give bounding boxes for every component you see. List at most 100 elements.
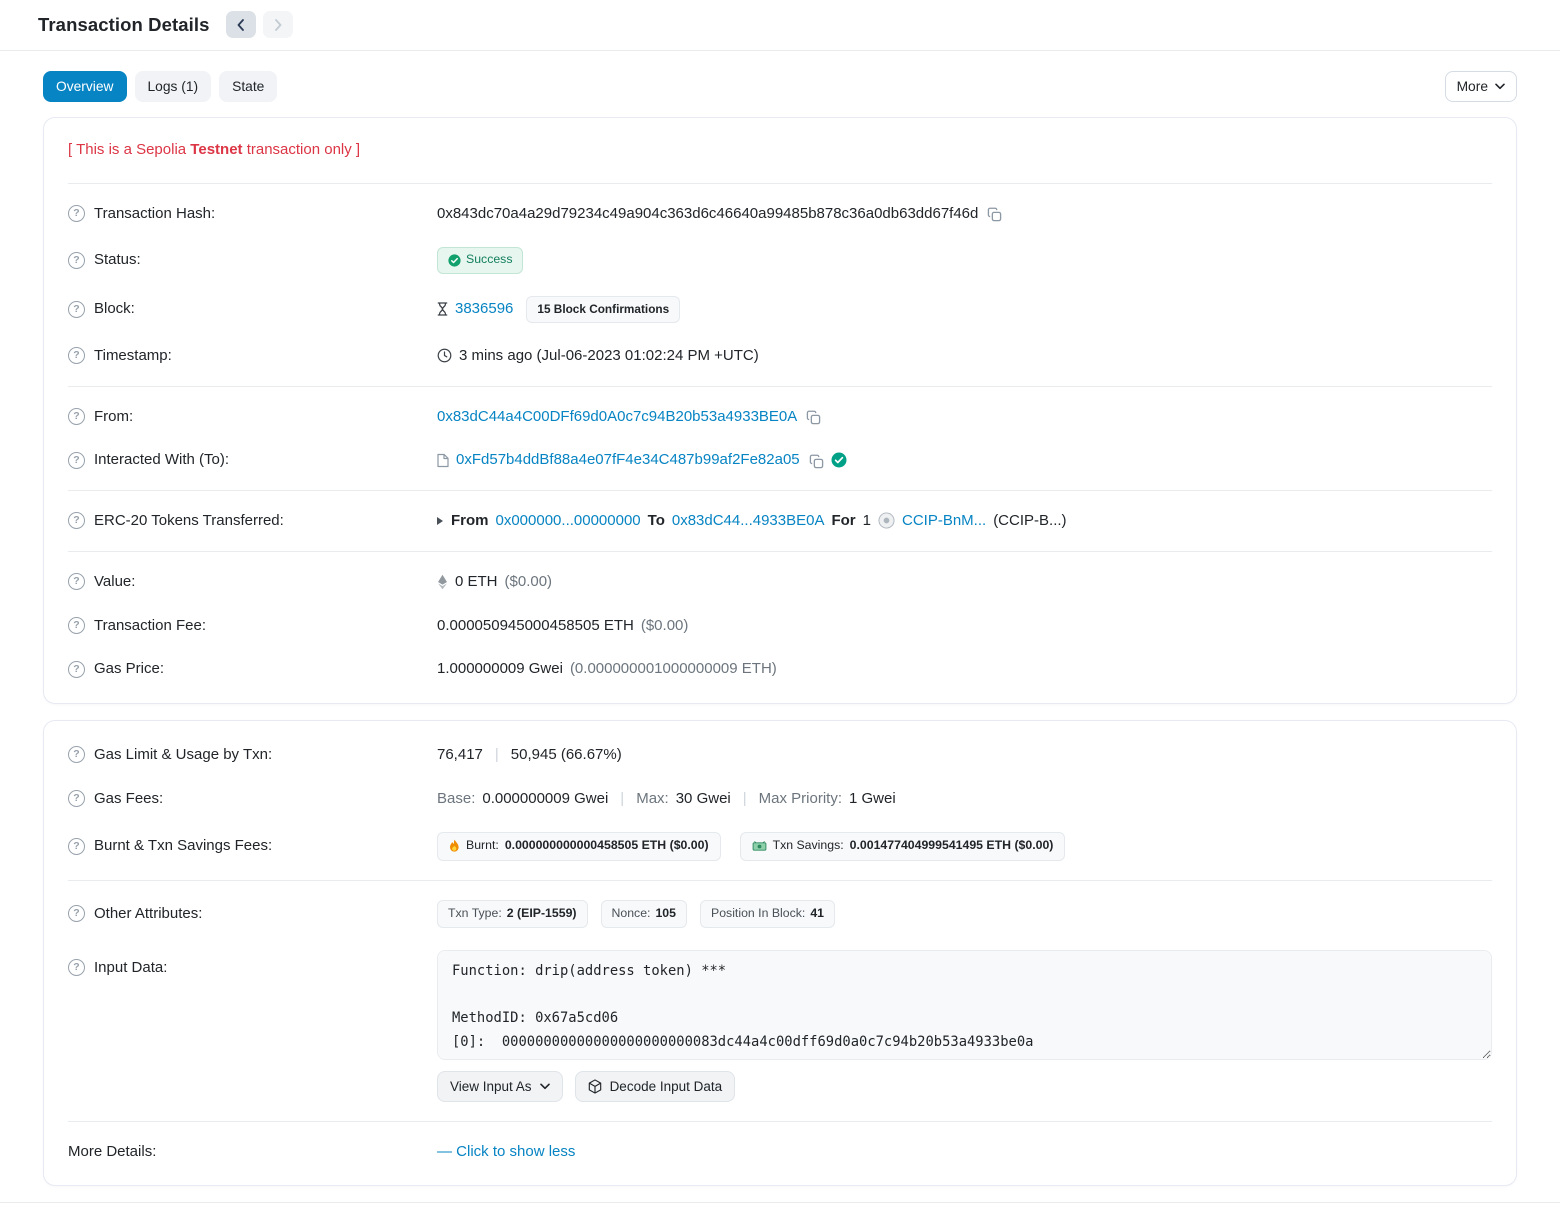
divider — [68, 183, 1492, 184]
page-header: Transaction Details — [0, 0, 1560, 51]
row-label: ? From: — [68, 406, 437, 428]
gas-fees-max-priority-label: Max Priority: — [759, 788, 842, 810]
help-icon[interactable]: ? — [68, 838, 85, 855]
row-more-details: More Details: — Click to show less — [68, 1130, 1492, 1174]
row-label: ? ERC-20 Tokens Transferred: — [68, 510, 437, 532]
row-label: ? Value: — [68, 571, 437, 593]
from-address-link[interactable]: 0x83dC44a4C00DFf69d0A0c7c94B20b53a4933BE… — [437, 406, 797, 428]
help-icon[interactable]: ? — [68, 905, 85, 922]
value-label: Value: — [94, 571, 135, 593]
row-label: ? Gas Price: — [68, 658, 437, 680]
row-label: ? Block: — [68, 298, 437, 320]
erc20-token-name-link[interactable]: CCIP-BnM... — [902, 510, 986, 532]
copy-icon[interactable] — [807, 452, 824, 469]
position-in-block-value: 41 — [810, 905, 824, 923]
input-data-textarea[interactable]: Function: drip(address token) *** Method… — [437, 950, 1492, 1060]
erc20-to-address-link[interactable]: 0x83dC44...4933BE0A — [672, 510, 825, 532]
timestamp-value: 3 mins ago (Jul-06-2023 01:02:24 PM +UTC… — [459, 345, 759, 367]
help-icon[interactable]: ? — [68, 512, 85, 529]
block-label: Block: — [94, 298, 135, 320]
separator: | — [738, 788, 752, 810]
row-input-data: ? Input Data: Function: drip(address tok… — [68, 939, 1492, 1113]
testnet-notice: [ This is a Sepolia Testnet transaction … — [68, 126, 1492, 175]
from-label: From: — [94, 406, 133, 428]
block-confirmations-badge: 15 Block Confirmations — [526, 296, 680, 323]
gas-price-eth: (0.000000001000000009 ETH) — [570, 658, 777, 680]
help-icon[interactable]: ? — [68, 205, 85, 222]
money-savings-icon — [752, 841, 767, 852]
txn-savings-badge: Txn Savings: 0.001477404999541495 ETH ($… — [740, 832, 1066, 861]
help-icon[interactable]: ? — [68, 347, 85, 364]
transaction-details-page: Transaction Details Overview Logs (1) St… — [0, 0, 1560, 1209]
help-icon[interactable]: ? — [68, 959, 85, 976]
chevron-down-icon — [1495, 83, 1505, 90]
gas-limit-value: 76,417 — [437, 744, 483, 766]
erc20-amount: 1 — [863, 510, 871, 532]
help-icon[interactable]: ? — [68, 252, 85, 269]
help-icon[interactable]: ? — [68, 301, 85, 318]
tab-overview[interactable]: Overview — [43, 71, 127, 102]
row-gas-fees: ? Gas Fees: Base: 0.000000009 Gwei | Max… — [68, 777, 1492, 821]
transaction-fee-amount: 0.000050945000458505 ETH — [437, 615, 634, 637]
txn-type-value: 2 (EIP-1559) — [507, 905, 577, 923]
value-usd: ($0.00) — [505, 571, 553, 593]
gas-fees-label: Gas Fees: — [94, 788, 163, 810]
nonce-value: 105 — [655, 905, 676, 923]
show-less-link[interactable]: — Click to show less — [437, 1141, 575, 1163]
gas-price-amount: 1.000000009 Gwei — [437, 658, 563, 680]
position-in-block-label: Position In Block: — [711, 905, 805, 923]
row-label: ? Transaction Fee: — [68, 615, 437, 637]
burnt-label: Burnt: — [466, 837, 499, 855]
contract-file-icon — [437, 453, 449, 468]
erc20-token-symbol: (CCIP-B...) — [993, 510, 1066, 532]
row-label: ? Timestamp: — [68, 345, 437, 367]
erc20-for-word: For — [831, 510, 855, 532]
divider — [68, 386, 1492, 387]
transaction-hash-value: 0x843dc70a4a29d79234c49a904c363d6c46640a… — [437, 203, 978, 225]
cube-icon — [588, 1079, 602, 1094]
copy-icon[interactable] — [985, 205, 1002, 222]
row-label: ? Gas Limit & Usage by Txn: — [68, 744, 437, 766]
details-card: ? Gas Limit & Usage by Txn: 76,417 | 50,… — [43, 720, 1517, 1186]
row-label: ? Input Data: — [68, 950, 437, 979]
tab-state[interactable]: State — [219, 71, 277, 102]
separator: | — [490, 744, 504, 766]
flame-icon — [449, 839, 460, 853]
row-label: ? Transaction Hash: — [68, 203, 437, 225]
decode-input-data-button[interactable]: Decode Input Data — [575, 1071, 736, 1102]
more-details-label: More Details: — [68, 1141, 156, 1163]
erc20-to-word: To — [648, 510, 665, 532]
help-icon[interactable]: ? — [68, 617, 85, 634]
help-icon[interactable]: ? — [68, 573, 85, 590]
burnt-savings-label: Burnt & Txn Savings Fees: — [94, 835, 272, 857]
burnt-fee-badge: Burnt: 0.000000000000458505 ETH ($0.00) — [437, 832, 721, 861]
txn-savings-value: 0.001477404999541495 ETH ($0.00) — [850, 837, 1054, 855]
help-icon[interactable]: ? — [68, 452, 85, 469]
other-attributes-label: Other Attributes: — [94, 903, 202, 925]
to-address-link[interactable]: 0xFd57b4ddBf88a4e07fF4e34C487b99af2Fe82a… — [456, 449, 800, 471]
divider — [68, 880, 1492, 881]
tab-logs[interactable]: Logs (1) — [135, 71, 212, 102]
row-burnt-savings-fees: ? Burnt & Txn Savings Fees: Burnt: 0.000… — [68, 821, 1492, 872]
help-icon[interactable]: ? — [68, 661, 85, 678]
txn-type-badge: Txn Type: 2 (EIP-1559) — [437, 900, 588, 928]
view-input-as-button[interactable]: View Input As — [437, 1071, 563, 1102]
more-button[interactable]: More — [1445, 71, 1517, 102]
nonce-label: Nonce: — [612, 905, 651, 923]
nonce-badge: Nonce: 105 — [601, 900, 688, 928]
copy-icon[interactable] — [804, 408, 821, 425]
help-icon[interactable]: ? — [68, 746, 85, 763]
next-transaction-button[interactable] — [263, 11, 293, 38]
position-in-block-badge: Position In Block: 41 — [700, 900, 835, 928]
status-badge-text: Success — [466, 251, 512, 269]
help-icon[interactable]: ? — [68, 408, 85, 425]
help-icon[interactable]: ? — [68, 790, 85, 807]
gas-fees-max-value: 30 Gwei — [676, 788, 731, 810]
row-label: ? Status: — [68, 249, 437, 271]
erc20-from-address-link[interactable]: 0x000000...00000000 — [496, 510, 641, 532]
notice-post: transaction only ] — [243, 141, 361, 158]
block-number-link[interactable]: 3836596 — [455, 298, 513, 320]
status-label: Status: — [94, 249, 141, 271]
input-data-label: Input Data: — [94, 957, 167, 979]
previous-transaction-button[interactable] — [226, 11, 256, 38]
